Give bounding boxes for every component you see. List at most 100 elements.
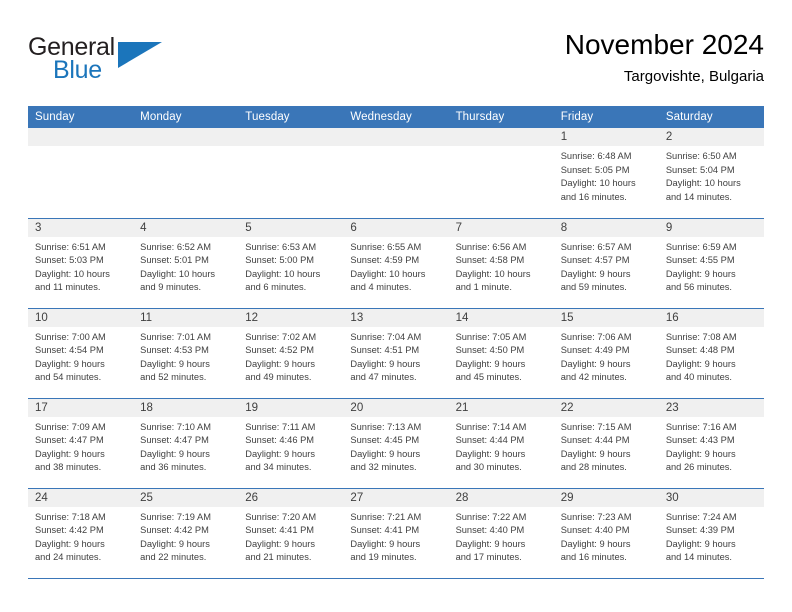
sunrise-text: Sunrise: 7:24 AM	[665, 511, 737, 522]
weekday-header-friday: Friday	[553, 106, 659, 128]
daylight-text-3: and 22 minutes.	[140, 552, 207, 563]
day-cell-30[interactable]: 30 Sunrise: 7:24 AM Sunset: 4:39 PM Dayligh…	[658, 487, 764, 579]
day-number: 13	[343, 308, 449, 327]
day-cell-23[interactable]: 23 Sunrise: 7:16 AM Sunset: 4:43 PM Dayligh…	[658, 397, 764, 488]
day-number: 16	[658, 308, 764, 327]
day-cell-18[interactable]: 18 Sunrise: 7:10 AM Sunset: 4:47 PM Dayligh…	[133, 397, 239, 488]
day-details: Sunrise: 7:19 AM Sunset: 4:42 PM Daylight:…	[133, 507, 238, 565]
sunset-text: Sunset: 4:58 PM	[455, 255, 525, 266]
day-cell-1[interactable]: 1 Sunrise: 6:48 AM Sunset: 5:05 PM Daylight…	[553, 128, 659, 218]
daylight-text-2: Daylight: 9 hours	[455, 448, 526, 459]
sunset-text: Sunset: 4:42 PM	[35, 525, 104, 536]
daylight-text-3: and 1 minute.	[455, 282, 512, 293]
day-cell-3[interactable]: 3 Sunrise: 6:51 AM Sunset: 5:03 PM Daylight…	[28, 217, 134, 308]
daylight-text-3: and 34 minutes.	[245, 462, 312, 473]
sunset-text: Sunset: 4:42 PM	[140, 525, 209, 536]
day-cell-empty	[343, 128, 449, 218]
sunrise-sunset-calendar-table: Sunday Monday Tuesday Wednesday Thursday Frid…	[28, 106, 764, 579]
sunrise-text: Sunrise: 6:55 AM	[350, 241, 422, 252]
day-cell-25[interactable]: 25 Sunrise: 7:19 AM Sunset: 4:42 PM Dayligh…	[133, 487, 239, 579]
daylight-text-3: and 19 minutes.	[350, 552, 417, 563]
day-number: 3	[28, 218, 134, 237]
sunset-text: Sunset: 4:55 PM	[665, 255, 735, 266]
day-cell-15[interactable]: 15 Sunrise: 7:06 AM Sunset: 4:49 PM Dayligh…	[553, 307, 659, 398]
day-cell-26[interactable]: 26 Sunrise: 7:20 AM Sunset: 4:41 PM Dayligh…	[238, 487, 344, 579]
day-number: 25	[133, 488, 239, 507]
day-details: Sunrise: 7:21 AM Sunset: 4:41 PM Daylight:…	[343, 507, 448, 565]
day-cell-20[interactable]: 20 Sunrise: 7:13 AM Sunset: 4:45 PM Dayligh…	[343, 397, 449, 488]
day-details: Sunrise: 7:09 AM Sunset: 4:47 PM Daylight:…	[28, 417, 133, 475]
daylight-text-3: and 52 minutes.	[140, 372, 207, 383]
day-number	[238, 128, 344, 146]
sunrise-text: Sunrise: 7:13 AM	[350, 421, 422, 432]
sunrise-text: Sunrise: 7:09 AM	[35, 421, 106, 432]
day-number: 28	[448, 488, 554, 507]
sunrise-text: Sunrise: 6:51 AM	[35, 241, 106, 252]
daylight-text-2: Daylight: 9 hours	[140, 358, 210, 369]
day-cell-17[interactable]: 17 Sunrise: 7:09 AM Sunset: 4:47 PM Dayligh…	[28, 397, 134, 488]
day-cell-19[interactable]: 19 Sunrise: 7:11 AM Sunset: 4:46 PM Dayligh…	[238, 397, 344, 488]
triangle-icon	[118, 42, 162, 68]
daylight-text-3: and 16 minutes.	[560, 191, 627, 202]
general-blue-logo[interactable]: General Blue	[28, 33, 163, 89]
day-number: 4	[133, 218, 239, 237]
sunrise-text: Sunrise: 7:10 AM	[140, 421, 211, 432]
sunrise-text: Sunrise: 7:20 AM	[245, 511, 317, 522]
day-cell-22[interactable]: 22 Sunrise: 7:15 AM Sunset: 4:44 PM Dayligh…	[553, 397, 659, 488]
sunrise-text: Sunrise: 7:16 AM	[665, 421, 737, 432]
day-cell-10[interactable]: 10 Sunrise: 7:00 AM Sunset: 4:54 PM Dayligh…	[28, 307, 134, 398]
day-cell-13[interactable]: 13 Sunrise: 7:04 AM Sunset: 4:51 PM Dayligh…	[343, 307, 449, 398]
daylight-text-3: and 9 minutes.	[140, 282, 202, 293]
sunrise-text: Sunrise: 6:59 AM	[665, 241, 737, 252]
day-cell-24[interactable]: 24 Sunrise: 7:18 AM Sunset: 4:42 PM Dayligh…	[28, 487, 134, 579]
daylight-text-2: Daylight: 9 hours	[665, 358, 736, 369]
day-cell-11[interactable]: 11 Sunrise: 7:01 AM Sunset: 4:53 PM Dayligh…	[133, 307, 239, 398]
day-details: Sunrise: 7:04 AM Sunset: 4:51 PM Daylight:…	[343, 327, 448, 385]
daylight-text-2: Daylight: 10 hours	[35, 268, 110, 279]
daylight-text-2: Daylight: 9 hours	[665, 448, 736, 459]
day-cell-8[interactable]: 8 Sunrise: 6:57 AM Sunset: 4:57 PM Daylight…	[553, 217, 659, 308]
day-cell-7[interactable]: 7 Sunrise: 6:56 AM Sunset: 4:58 PM Daylight…	[448, 217, 554, 308]
calendar-body: 1 Sunrise: 6:48 AM Sunset: 5:05 PM Daylight…	[28, 128, 764, 579]
day-cell-5[interactable]: 5 Sunrise: 6:53 AM Sunset: 5:00 PM Daylight…	[238, 217, 344, 308]
daylight-text-2: Daylight: 10 hours	[140, 268, 216, 279]
sunset-text: Sunset: 4:47 PM	[35, 435, 104, 446]
day-cell-2[interactable]: 2 Sunrise: 6:50 AM Sunset: 5:04 PM Daylight…	[658, 128, 764, 218]
daylight-text-3: and 14 minutes.	[665, 191, 732, 202]
sunrise-text: Sunrise: 7:11 AM	[245, 421, 316, 432]
day-cell-12[interactable]: 12 Sunrise: 7:02 AM Sunset: 4:52 PM Dayligh…	[238, 307, 344, 398]
sunrise-text: Sunrise: 6:50 AM	[665, 151, 737, 161]
daylight-text-3: and 4 minutes.	[350, 282, 412, 293]
day-cell-27[interactable]: 27 Sunrise: 7:21 AM Sunset: 4:41 PM Dayligh…	[343, 487, 449, 579]
daylight-text-3: and 42 minutes.	[560, 372, 627, 383]
daylight-text-2: Daylight: 9 hours	[350, 358, 421, 369]
daylight-text-3: and 38 minutes.	[35, 462, 102, 473]
daylight-text-3: and 26 minutes.	[665, 462, 732, 473]
day-details: Sunrise: 6:59 AM Sunset: 4:55 PM Daylight:…	[659, 237, 764, 295]
sunset-text: Sunset: 4:57 PM	[560, 255, 630, 266]
weekday-header-saturday: Saturday	[658, 106, 764, 128]
day-cell-14[interactable]: 14 Sunrise: 7:05 AM Sunset: 4:50 PM Dayligh…	[448, 307, 554, 398]
daylight-text-2: Daylight: 10 hours	[350, 268, 426, 279]
daylight-text-2: Daylight: 10 hours	[245, 268, 321, 279]
sunrise-text: Sunrise: 7:21 AM	[350, 511, 422, 522]
sunset-text: Sunset: 4:59 PM	[350, 255, 420, 266]
day-cell-6[interactable]: 6 Sunrise: 6:55 AM Sunset: 4:59 PM Daylight…	[343, 217, 449, 308]
day-details: Sunrise: 6:55 AM Sunset: 4:59 PM Daylight:…	[343, 237, 448, 295]
sunrise-text: Sunrise: 7:00 AM	[35, 331, 106, 342]
day-cell-4[interactable]: 4 Sunrise: 6:52 AM Sunset: 5:01 PM Daylight…	[133, 217, 239, 308]
daylight-text-3: and 30 minutes.	[455, 462, 522, 473]
day-cell-9[interactable]: 9 Sunrise: 6:59 AM Sunset: 4:55 PM Daylight…	[658, 217, 764, 308]
weekday-header-tuesday: Tuesday	[238, 106, 344, 128]
day-cell-21[interactable]: 21 Sunrise: 7:14 AM Sunset: 4:44 PM Dayligh…	[448, 397, 554, 488]
sunset-text: Sunset: 4:41 PM	[245, 525, 315, 536]
sunset-text: Sunset: 5:04 PM	[665, 164, 735, 175]
sunrise-text: Sunrise: 7:22 AM	[455, 511, 527, 522]
day-cell-28[interactable]: 28 Sunrise: 7:22 AM Sunset: 4:40 PM Dayligh…	[448, 487, 554, 579]
daylight-text-3: and 17 minutes.	[455, 552, 522, 563]
day-cell-29[interactable]: 29 Sunrise: 7:23 AM Sunset: 4:40 PM Dayligh…	[553, 487, 659, 579]
day-cell-16[interactable]: 16 Sunrise: 7:08 AM Sunset: 4:48 PM Dayligh…	[658, 307, 764, 398]
day-details: Sunrise: 6:50 AM Sunset: 5:04 PM Daylight:…	[659, 146, 764, 204]
day-number: 30	[658, 488, 764, 507]
week-row: 24 Sunrise: 7:18 AM Sunset: 4:42 PM Dayligh…	[28, 487, 764, 579]
